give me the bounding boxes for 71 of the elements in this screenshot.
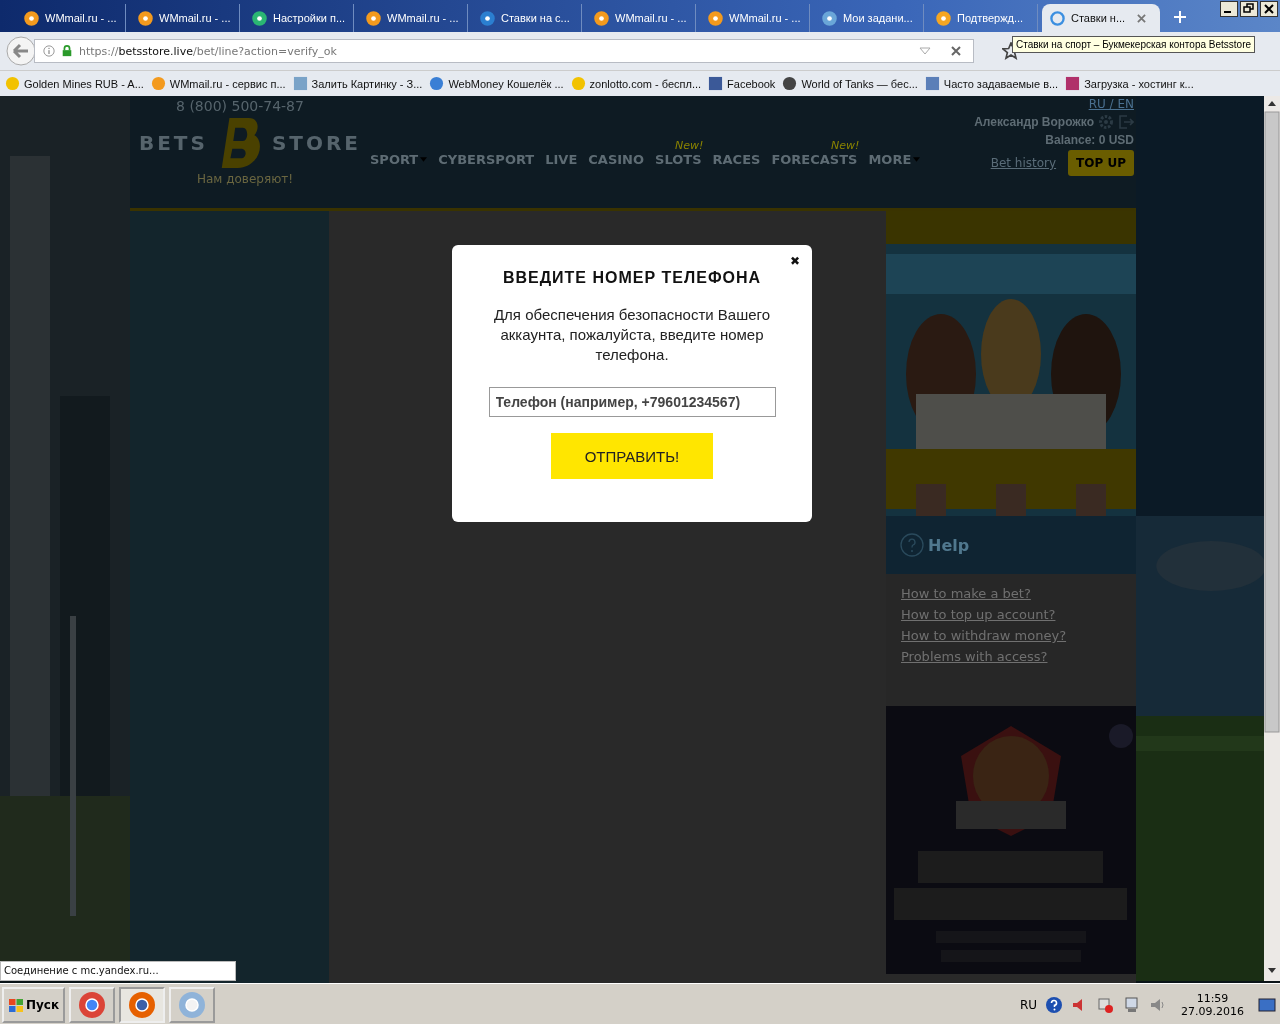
app-icon [77,989,108,1020]
favicon-icon [366,10,381,26]
help-icon [900,533,924,557]
favicon-icon [138,10,153,26]
caret-icon [420,156,428,162]
status-bar: Соединение с mc.yandex.ru... [0,961,236,981]
bookmark[interactable]: WMmail.ru - сервис п... [150,76,286,91]
favicon-icon [24,10,39,26]
new-label: New! [831,138,860,152]
new-tab-icon[interactable] [1174,11,1186,23]
bookmark[interactable]: Загрузка - хостинг к... [1065,76,1194,91]
show-desktop-icon[interactable] [1258,995,1276,1014]
lock-icon [61,45,73,57]
tooltip: Ставки на спорт – Букмекерская контора Betsstore [1012,36,1256,53]
info-icon [43,45,55,57]
start-button[interactable]: Пуск [2,986,66,1023]
new-label: New! [675,138,704,152]
app-icon [127,989,158,1020]
help-icon[interactable] [1045,995,1063,1014]
favicon-icon [480,10,495,26]
dropdown-icon[interactable] [919,45,931,57]
taskbar-app[interactable] [169,986,216,1023]
phone-input-field[interactable]: Телефон (например, +79601234567) [488,387,776,417]
restore-icon[interactable] [1240,1,1258,17]
taskbar-app[interactable] [119,986,166,1023]
favicon-icon [292,76,308,91]
bookmark[interactable]: Залить Картинку - З... [292,76,423,91]
favicon-icon [570,76,586,91]
bookmark[interactable]: WebMoney Кошелёк ... [429,76,564,91]
clock-date: 27.09.2016 [1181,1004,1244,1018]
favicon-icon [429,76,445,91]
favicon-icon [924,76,940,91]
favicon-icon [1065,76,1081,91]
favicon-icon [708,76,724,91]
app-icon [177,989,208,1020]
bookmark[interactable]: Golden Mines RUB - A... [5,76,144,91]
bookmark[interactable]: Часто задаваемые в... [924,76,1059,91]
favicon-icon [1050,10,1065,26]
favicon-icon [822,10,837,26]
language-indicator[interactable]: RU [1019,997,1037,1012]
bookmark[interactable]: World of Tanks — бес... [782,76,918,91]
windows-logo-icon [8,996,24,1013]
close-icon[interactable] [1260,1,1278,17]
favicon-icon [150,76,166,91]
favicon-icon [252,10,267,26]
balance: Balance: 0 USD [1045,133,1134,147]
help-title: Help [928,535,970,555]
bookmark[interactable]: Facebook [708,76,776,91]
computer-icon[interactable] [1123,995,1141,1014]
browser-tab[interactable]: Ставки н... [1042,4,1160,32]
close-button[interactable]: ✖ [790,254,800,268]
back-icon[interactable] [6,36,36,66]
bookmark[interactable]: zonlotto.com - беспл... [570,76,702,91]
dialog-text: Для обеспечения безопасности Вашего аккаунта, пожалуйста, введите номер телефона. [492,305,772,365]
minimize-icon[interactable] [1220,1,1238,17]
network-icon[interactable] [1097,995,1115,1014]
send-button[interactable]: ОТПРАВИТЬ! [551,433,713,479]
favicon-icon [782,76,798,91]
taskbar-app[interactable] [69,986,116,1023]
favicon-icon [708,10,723,26]
caret-icon [913,156,921,162]
scrollbar[interactable] [1264,96,1280,981]
address-field[interactable]: https://betsstore.live/bet/line?action=verify_ok [34,39,974,63]
favicon-icon [594,10,609,26]
clock-time: 11:59 [1196,991,1229,1005]
tagline: Нам доверяют! [196,172,294,186]
phone-number: 8 (800) 500-74-87 [176,98,304,114]
dialog-title: ВВЕДИТЕ НОМЕР ТЕЛЕФОНА [502,269,762,287]
favicon-icon [936,10,951,26]
user-name: Александр Ворожко [974,115,1094,129]
favicon-icon [5,76,20,91]
